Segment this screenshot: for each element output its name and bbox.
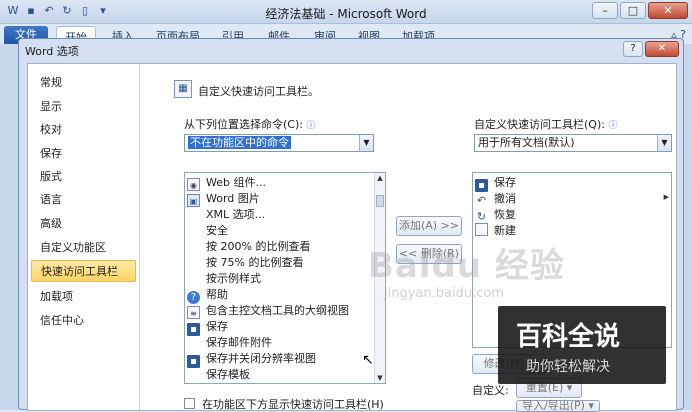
list-item[interactable]: ▪ 保存 [187, 319, 228, 336]
list-item[interactable]: ◉ Web 组件... [187, 175, 266, 191]
below-ribbon-checkbox[interactable] [184, 398, 195, 409]
redo-icon: ↻ [476, 210, 487, 223]
dialog-title: Word 选项 [25, 45, 79, 58]
list-item[interactable]: 按 75% 的比例查看 [187, 255, 303, 271]
info-icon: ⓘ [306, 121, 316, 131]
list-item[interactable]: XML 选项... [187, 207, 265, 223]
list-item[interactable]: 按示例样式 [187, 271, 261, 287]
list-item[interactable]: ≡ 包含主控文档工具的大纲视图 [187, 303, 349, 319]
badge-title: 百科全说 [516, 322, 621, 352]
panel-heading: 自定义快速访问工具栏。 [198, 85, 319, 98]
separator-arrow-icon: ▶ [663, 193, 669, 201]
nav-customize-ribbon[interactable]: 自定义功能区 [31, 237, 136, 259]
customize-scope-dropdown[interactable]: 用于所有文档(默认) ▼ [474, 134, 672, 152]
dialog-help-button[interactable]: ? [623, 41, 643, 57]
web-icon: ◉ [187, 178, 200, 191]
document-icon: ≡ [187, 306, 200, 319]
choose-commands-value: 不在功能区中的命令 [188, 136, 291, 149]
blank-icon [187, 335, 200, 348]
options-nav: 常规 显示 校对 保存 版式 语言 高级 自定义功能区 快速访问工具栏 加载项 … [28, 64, 140, 410]
commands-list[interactable]: ◉ Web 组件... ▣ Word 图片 XML 选项... 安全 按 200% … [184, 172, 386, 384]
nav-typography[interactable]: 版式 [31, 166, 136, 188]
list-item[interactable]: 保存邮件附件 [187, 335, 272, 351]
info-icon: ⓘ [608, 121, 618, 131]
scroll-down-icon[interactable]: ▼ [375, 373, 385, 383]
dialog-close-button[interactable]: ✕ [645, 41, 679, 57]
nav-trust-center[interactable]: 信任中心 [31, 310, 136, 332]
window-title: 经济法基础 - Microsoft Word [265, 7, 427, 21]
list-item[interactable]: ▪ 保存并关闭分辨率视图 [187, 351, 316, 368]
list-item[interactable]: ▪ 保存 [475, 175, 516, 192]
list-item[interactable]: 新建 [475, 223, 516, 239]
nav-advanced[interactable]: 高级 [31, 213, 136, 235]
window-controls: – □ ✕ [592, 2, 688, 19]
dialog-controls: ? ✕ [623, 41, 679, 57]
restore-button[interactable]: □ [620, 2, 646, 19]
nav-proofing[interactable]: 校对 [31, 119, 136, 141]
blank-icon [187, 223, 200, 236]
list-item[interactable]: ↻ 恢复 [475, 207, 516, 223]
list-item[interactable]: 按 200% 的比例查看 [187, 239, 310, 255]
minimize-button[interactable]: – [592, 2, 618, 19]
scroll-thumb[interactable] [376, 195, 384, 207]
baidu-url-watermark: jingyan.baidu.com [384, 286, 504, 301]
customize-row-label: 自定义: [472, 384, 509, 397]
import-export-button[interactable]: 导入/导出(P) ▾ [516, 400, 600, 412]
choose-commands-dropdown[interactable]: 不在功能区中的命令 ▼ [184, 134, 374, 152]
nav-quick-access-toolbar[interactable]: 快速访问工具栏 [31, 260, 136, 282]
dropdown-arrow-icon[interactable]: ▼ [359, 135, 373, 151]
customize-qat-label: 自定义快速访问工具栏(Q): ⓘ [474, 118, 618, 131]
dropdown-arrow-icon[interactable]: ▼ [657, 135, 671, 151]
badge-subtitle: 助你轻松解决 [526, 359, 610, 375]
qat-settings-icon: ▦ [174, 80, 192, 98]
blank-icon [187, 367, 200, 380]
blank-icon [187, 255, 200, 268]
picture-icon: ▣ [187, 194, 200, 207]
scroll-up-icon[interactable]: ▲ [375, 173, 385, 183]
word-titlebar: W ▪ ↶ ↻ ▯ ▾ 经济法基础 - Microsoft Word – □ ✕ [0, 0, 692, 24]
nav-display[interactable]: 显示 [31, 96, 136, 118]
list-item[interactable]: ? 帮助 [187, 287, 228, 304]
nav-general[interactable]: 常规 [31, 72, 136, 94]
list-item[interactable]: 安全 [187, 223, 228, 239]
baidu-watermark: Baidu 经验 [368, 246, 565, 286]
nav-addins[interactable]: 加载项 [31, 286, 136, 308]
baike-badge: 百科全说 助你轻松解决 [498, 306, 666, 384]
nav-save[interactable]: 保存 [31, 143, 136, 165]
mouse-cursor-icon: ↖ [362, 352, 374, 368]
add-button[interactable]: 添加(A) >> [396, 216, 462, 236]
new-document-icon [475, 223, 488, 236]
close-button[interactable]: ✕ [648, 2, 688, 19]
undo-icon: ↶ [476, 194, 487, 207]
customize-scope-value: 用于所有文档(默认) [478, 136, 575, 149]
list-item[interactable]: 保存模板 [187, 367, 250, 383]
list-item[interactable]: ↶ 撤消 [475, 191, 516, 207]
nav-language[interactable]: 语言 [31, 189, 136, 211]
choose-commands-label: 从下列位置选择命令(C): ⓘ [184, 118, 316, 131]
blank-icon [187, 271, 200, 284]
blank-icon [187, 239, 200, 252]
blank-icon [187, 207, 200, 220]
list-item[interactable]: ▣ Word 图片 [187, 191, 260, 207]
